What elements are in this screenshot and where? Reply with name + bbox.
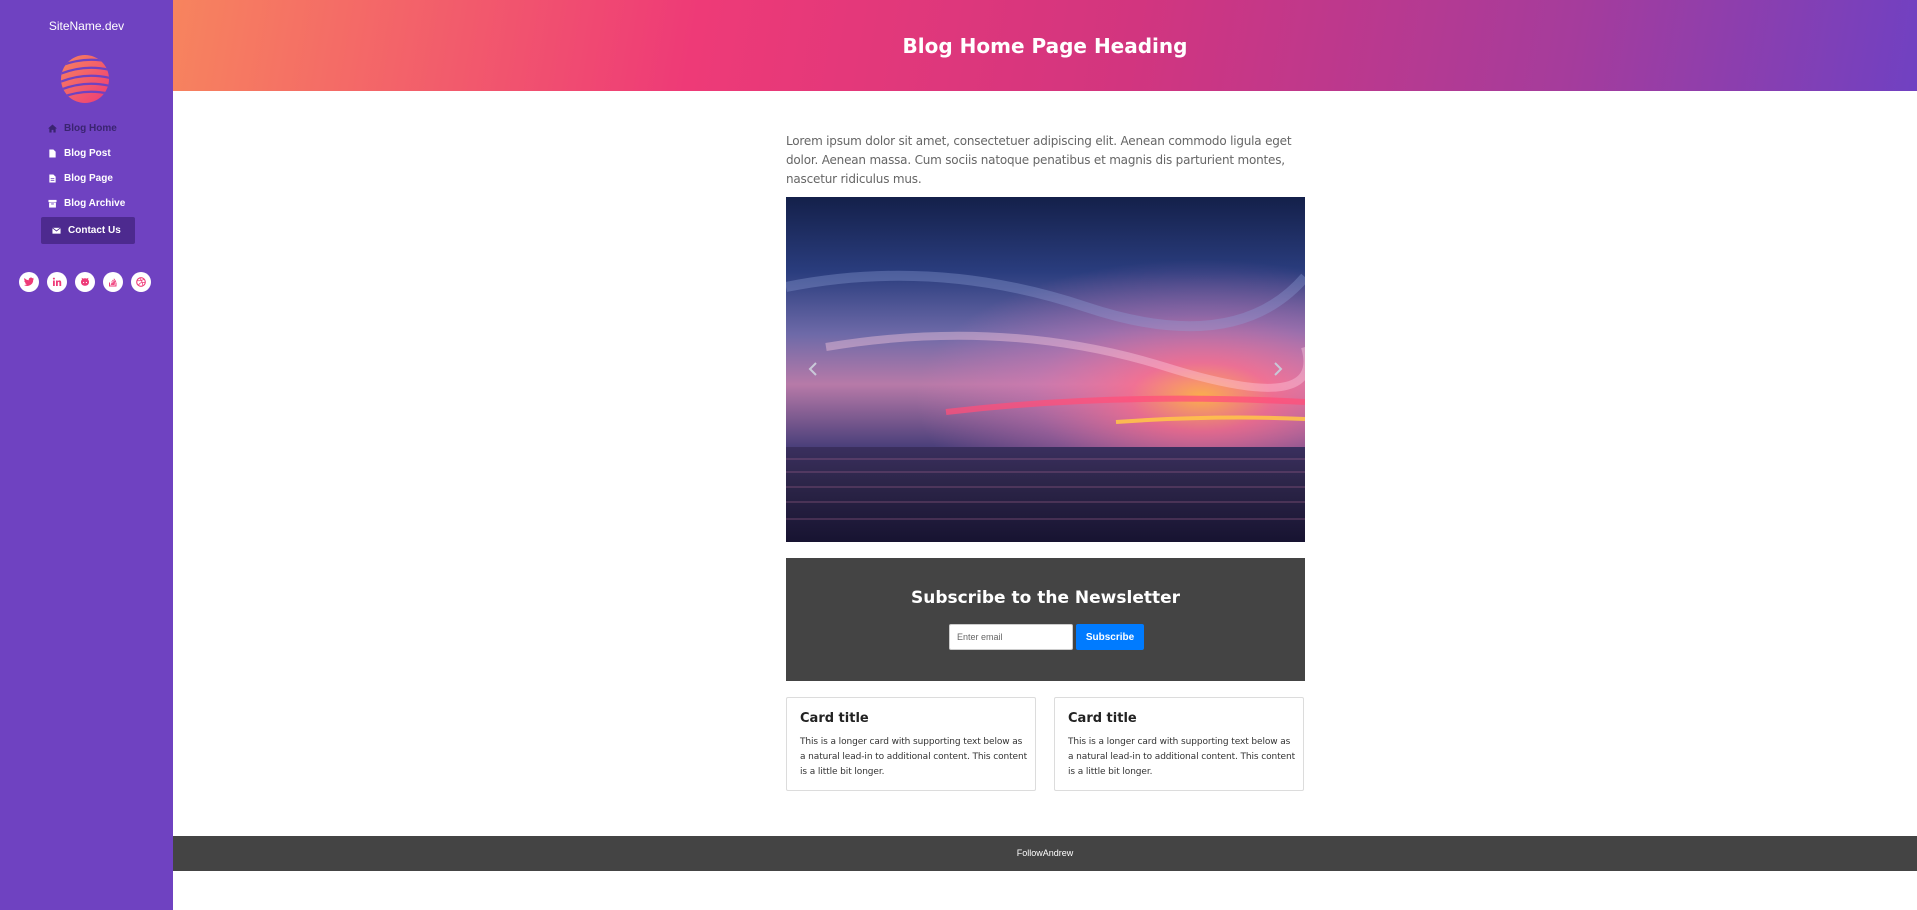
globe-logo-icon[interactable] bbox=[60, 54, 110, 104]
sidebar-item-label: Contact Us bbox=[68, 225, 121, 236]
envelope-icon bbox=[52, 227, 61, 234]
dribbble-link[interactable] bbox=[131, 272, 151, 292]
sidebar-item-label: Blog Post bbox=[64, 148, 111, 159]
sidebar: SiteName.dev Blog Home Blog Post Blog Pa… bbox=[0, 0, 173, 910]
linkedin-icon bbox=[52, 277, 62, 286]
email-input[interactable] bbox=[949, 624, 1073, 650]
sidebar-item-label: Blog Home bbox=[64, 123, 117, 134]
image-carousel[interactable] bbox=[786, 197, 1305, 542]
carousel-next-button[interactable] bbox=[1266, 357, 1290, 381]
sidebar-item-label: Blog Page bbox=[64, 173, 113, 184]
stackoverflow-icon bbox=[109, 278, 117, 287]
card-title: Card title bbox=[800, 711, 869, 726]
sidebar-item-blog-archive[interactable]: Blog Archive bbox=[41, 191, 135, 216]
intro-paragraph: Lorem ipsum dolor sit amet, consectetuer… bbox=[786, 134, 1292, 186]
footer: FollowAndrew bbox=[173, 836, 1917, 871]
sunset-image bbox=[786, 197, 1305, 542]
sidebar-item-blog-page[interactable]: Blog Page bbox=[41, 166, 135, 191]
card: Card title This is a longer card with su… bbox=[1054, 697, 1304, 791]
github-icon bbox=[81, 277, 89, 286]
chevron-right-icon bbox=[1274, 362, 1283, 376]
card-text: This is a longer card with supporting te… bbox=[800, 737, 1028, 777]
subscribe-button[interactable]: Subscribe bbox=[1076, 624, 1144, 650]
footer-text[interactable]: FollowAndrew bbox=[173, 848, 1917, 858]
sidebar-item-blog-post[interactable]: Blog Post bbox=[41, 141, 135, 166]
newsletter-section: Subscribe to the Newsletter Subscribe bbox=[786, 558, 1305, 681]
file-text-icon bbox=[49, 174, 56, 183]
sidebar-item-label: Blog Archive bbox=[64, 198, 126, 209]
carousel-prev-button[interactable] bbox=[801, 357, 825, 381]
page-header: Blog Home Page Heading bbox=[173, 0, 1917, 91]
card-title: Card title bbox=[1068, 711, 1137, 726]
social-links bbox=[19, 272, 151, 292]
twitter-link[interactable] bbox=[19, 272, 39, 292]
home-icon bbox=[48, 124, 57, 133]
chevron-left-icon bbox=[808, 362, 817, 376]
site-name[interactable]: SiteName.dev bbox=[0, 19, 173, 33]
sidebar-nav: Blog Home Blog Post Blog Page Blog Archi… bbox=[41, 116, 135, 244]
newsletter-title: Subscribe to the Newsletter bbox=[910, 588, 1181, 608]
file-icon bbox=[49, 149, 56, 158]
archive-icon bbox=[48, 199, 57, 208]
stackoverflow-link[interactable] bbox=[103, 272, 123, 292]
sidebar-item-blog-home[interactable]: Blog Home bbox=[41, 116, 135, 141]
card: Card title This is a longer card with su… bbox=[786, 697, 1036, 791]
dribbble-icon bbox=[136, 277, 146, 287]
github-link[interactable] bbox=[75, 272, 95, 292]
page-title: Blog Home Page Heading bbox=[902, 34, 1188, 58]
linkedin-link[interactable] bbox=[47, 272, 67, 292]
sidebar-item-contact-us[interactable]: Contact Us bbox=[41, 217, 135, 244]
card-text: This is a longer card with supporting te… bbox=[1068, 737, 1296, 777]
twitter-icon bbox=[24, 277, 34, 286]
